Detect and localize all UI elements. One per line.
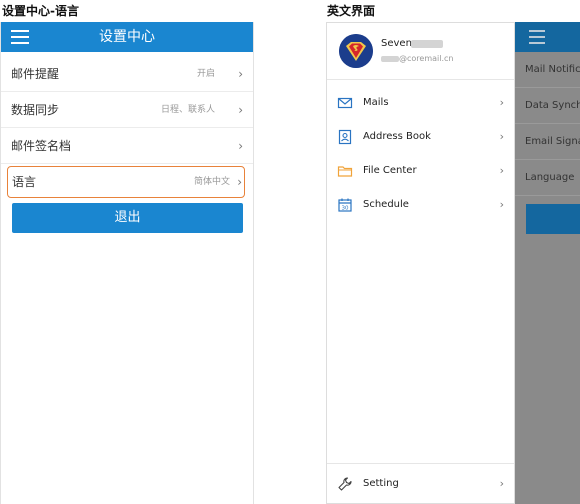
mail-icon bbox=[337, 95, 353, 111]
profile-email: @coremail.cn bbox=[399, 54, 454, 63]
profile-name-redacted bbox=[411, 40, 443, 48]
dimmed-row: Language bbox=[515, 160, 580, 196]
chevron-right-icon: › bbox=[238, 67, 243, 81]
setting-row-signature[interactable]: 邮件签名档 › bbox=[1, 128, 253, 164]
caption-english-ui: 英文界面 bbox=[327, 4, 376, 18]
settings-screen: 设置中心 邮件提醒 开启 › 数据同步 日程、联系人 › 邮件签名档 › 语言 … bbox=[0, 22, 254, 504]
wrench-icon bbox=[337, 476, 353, 492]
menu-item-address-book[interactable]: Address Book › bbox=[327, 120, 514, 154]
calendar-icon: 30 bbox=[337, 197, 353, 213]
dimmed-settings-overlay[interactable]: Mail Notific Data Synch Email Signa Lang… bbox=[515, 22, 580, 504]
address-book-icon bbox=[337, 129, 353, 145]
chevron-right-icon: › bbox=[499, 130, 504, 143]
chevron-right-icon: › bbox=[499, 96, 504, 109]
chevron-right-icon: › bbox=[499, 477, 504, 490]
svg-text:30: 30 bbox=[342, 206, 349, 212]
setting-row-label: 数据同步 bbox=[11, 103, 60, 117]
chevron-right-icon: › bbox=[238, 139, 243, 153]
setting-row-value: 日程、联系人 bbox=[160, 105, 215, 115]
menu-item-mails[interactable]: Mails › bbox=[327, 86, 514, 120]
menu-item-label: Schedule bbox=[363, 199, 409, 210]
menu-item-schedule[interactable]: 30 Schedule › bbox=[327, 188, 514, 222]
profile-email-redacted bbox=[381, 56, 399, 62]
setting-row-label: 邮件提醒 bbox=[11, 67, 60, 81]
dimmed-row: Email Signa bbox=[515, 124, 580, 160]
setting-row-value: 开启 bbox=[196, 69, 215, 79]
settings-topbar: 设置中心 bbox=[1, 22, 253, 52]
dimmed-row: Mail Notific bbox=[515, 52, 580, 88]
menu-item-setting[interactable]: Setting › bbox=[327, 463, 514, 503]
setting-row-label: 语言 bbox=[12, 175, 37, 189]
menu-item-file-center[interactable]: File Center › bbox=[327, 154, 514, 188]
chevron-right-icon: › bbox=[499, 198, 504, 211]
drawer-menu: Mails › Address Book › File Center › 30 bbox=[327, 80, 514, 222]
dimmed-topbar bbox=[515, 22, 580, 52]
setting-row-mail-notification[interactable]: 邮件提醒 开启 › bbox=[1, 56, 253, 92]
caption-settings-language: 设置中心-语言 bbox=[2, 4, 79, 18]
setting-row-data-sync[interactable]: 数据同步 日程、联系人 › bbox=[1, 92, 253, 128]
settings-list: 邮件提醒 开启 › 数据同步 日程、联系人 › 邮件签名档 › 语言 简体中文 … bbox=[1, 52, 253, 198]
menu-item-label: File Center bbox=[363, 165, 417, 176]
folder-icon bbox=[337, 163, 353, 179]
profile-header[interactable]: Seven @coremail.cn bbox=[327, 23, 514, 80]
chevron-right-icon: › bbox=[237, 175, 242, 189]
profile-name: Seven bbox=[381, 38, 412, 49]
hamburger-icon bbox=[529, 30, 545, 44]
setting-row-value: 简体中文 bbox=[193, 177, 230, 187]
setting-label: Setting bbox=[363, 478, 399, 489]
chevron-right-icon: › bbox=[238, 103, 243, 117]
dimmed-row: Data Synch bbox=[515, 88, 580, 124]
navigation-drawer: Seven @coremail.cn Mails › Address Book … bbox=[326, 22, 515, 504]
dimmed-logout-button bbox=[526, 204, 580, 234]
drawer-screen: Mail Notific Data Synch Email Signa Lang… bbox=[326, 22, 580, 504]
avatar bbox=[339, 34, 373, 68]
setting-row-language[interactable]: 语言 简体中文 › bbox=[7, 166, 245, 198]
menu-item-label: Mails bbox=[363, 97, 389, 108]
logout-button[interactable]: 退出 bbox=[12, 203, 243, 233]
page-title: 设置中心 bbox=[99, 29, 155, 45]
setting-row-label: 邮件签名档 bbox=[11, 139, 72, 153]
menu-item-label: Address Book bbox=[363, 131, 431, 142]
chevron-right-icon: › bbox=[499, 164, 504, 177]
